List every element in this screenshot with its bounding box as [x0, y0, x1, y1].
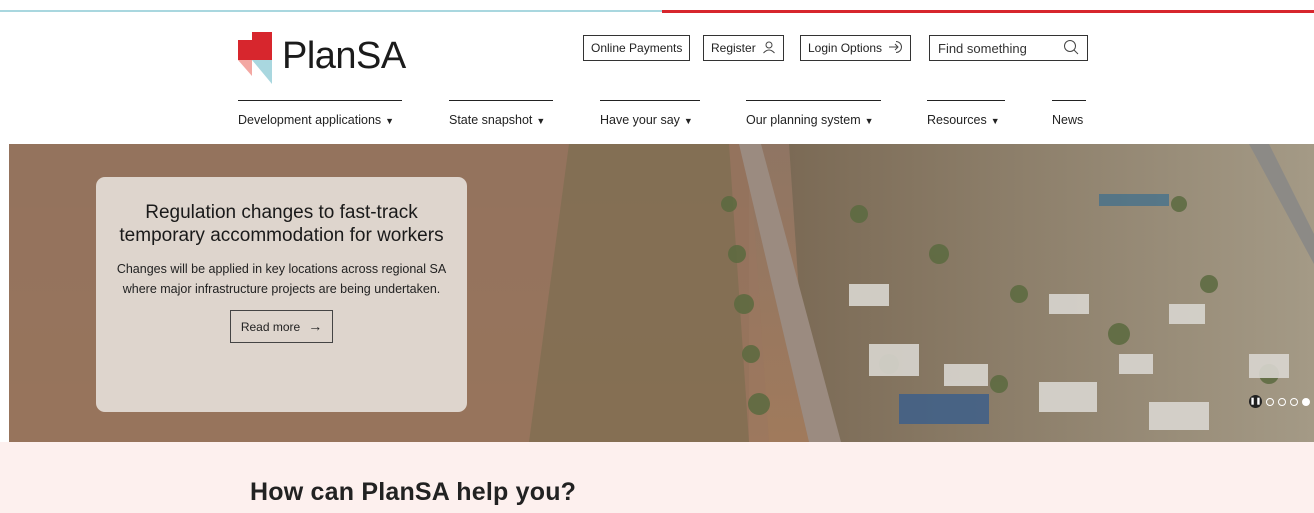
register-label: Register: [711, 41, 756, 55]
top-accent-bar: [0, 10, 1314, 14]
login-options-label: Login Options: [808, 41, 883, 55]
online-payments-button[interactable]: Online Payments: [583, 35, 691, 61]
carousel-dot[interactable]: [1290, 397, 1298, 406]
nav-item-our-planning-system[interactable]: Our planning system ▼: [746, 100, 881, 134]
hero-title: Regulation changes to fast-track tempora…: [119, 202, 444, 246]
plansa-logo-icon: [238, 32, 272, 84]
nav-item-label: News: [1052, 113, 1084, 127]
nav-item-state-snapshot[interactable]: State snapshot ▼: [449, 100, 553, 134]
pause-icon[interactable]: ❚❚: [1249, 395, 1262, 408]
carousel-dot-active[interactable]: [1302, 397, 1310, 406]
login-options-button[interactable]: Login Options: [800, 35, 912, 61]
search-icon[interactable]: [1063, 39, 1079, 58]
main-nav: Development applications ▼ State snapshot…: [0, 100, 1314, 134]
user-icon: [762, 40, 776, 57]
hero-feature-card: Regulation changes to fast-track tempora…: [96, 177, 467, 412]
nav-item-have-your-say[interactable]: Have your say ▼: [600, 100, 700, 134]
hero-carousel: Regulation changes to fast-track tempora…: [9, 144, 1314, 442]
accent-bar-teal: [0, 10, 662, 12]
online-payments-label: Online Payments: [591, 41, 683, 55]
carousel-controls: ❚❚: [1249, 395, 1310, 408]
register-button[interactable]: Register: [703, 35, 784, 61]
nav-item-news[interactable]: News: [1052, 100, 1086, 134]
nav-item-development-applications[interactable]: Development applications ▼: [238, 100, 402, 134]
nav-item-label: Development applications: [238, 113, 382, 127]
nav-item-label: Our planning system: [746, 113, 861, 127]
carousel-dot[interactable]: [1266, 397, 1274, 406]
carousel-dot[interactable]: [1278, 397, 1286, 406]
arrow-right-icon: →: [308, 318, 323, 334]
help-heading: How can PlanSA help you?: [250, 478, 577, 506]
chevron-down-icon: ▼: [385, 116, 395, 126]
plansa-logo[interactable]: PlanSA: [238, 32, 406, 88]
plansa-wordmark: PlanSA: [282, 34, 406, 77]
chevron-down-icon: ▼: [864, 116, 874, 126]
chevron-down-icon: ▼: [990, 116, 1000, 126]
hero-description: Changes will be applied in key locations…: [116, 262, 447, 296]
nav-item-label: Resources: [927, 113, 987, 127]
chevron-down-icon: ▼: [536, 116, 546, 126]
read-more-button[interactable]: Read more →: [229, 310, 334, 343]
login-arrow-icon: [888, 40, 903, 57]
nav-item-label: Have your say: [600, 113, 680, 127]
nav-item-resources[interactable]: Resources ▼: [927, 100, 1005, 134]
read-more-label: Read more: [240, 320, 301, 334]
nav-item-label: State snapshot: [449, 113, 533, 127]
chevron-down-icon: ▼: [683, 116, 693, 126]
accent-bar-red: [662, 10, 1314, 13]
search-box[interactable]: Find something: [929, 35, 1088, 61]
search-input[interactable]: Find something: [938, 41, 1027, 56]
help-section: How can PlanSA help you?: [0, 442, 1314, 513]
